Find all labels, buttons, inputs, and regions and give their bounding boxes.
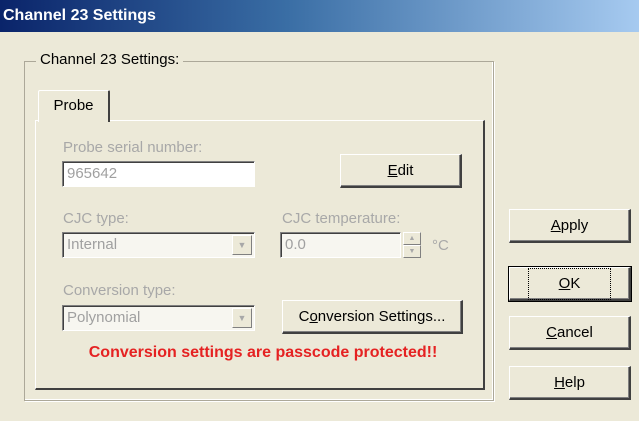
cjc-temperature-spinner[interactable]: ▲ ▼ [403, 232, 421, 258]
window-title-bar[interactable]: Channel 23 Settings [0, 0, 639, 32]
chevron-down-icon[interactable]: ▼ [232, 308, 252, 328]
edit-button[interactable]: Edit [340, 154, 462, 188]
probe-serial-field[interactable]: 965642 [62, 161, 255, 187]
conversion-settings-text-pre: C [298, 308, 310, 325]
conversion-type-select[interactable]: Polynomial ▼ [62, 305, 255, 331]
cancel-text-post: ancel [556, 324, 593, 341]
chevron-down-icon[interactable]: ▼ [232, 235, 252, 255]
help-accel: H [554, 374, 565, 391]
conversion-type-value: Polynomial [67, 309, 141, 326]
window-title: Channel 23 Settings [3, 7, 156, 24]
cjc-temperature-label: CJC temperature: [282, 210, 401, 227]
tab-probe[interactable]: Probe [38, 90, 110, 122]
ok-text-post: K [570, 275, 581, 292]
ok-focus-rect: OK [527, 268, 612, 300]
probe-serial-label: Probe serial number: [63, 139, 203, 156]
probe-serial-value: 965642 [67, 165, 118, 182]
passcode-warning: Conversion settings are passcode protect… [88, 344, 438, 361]
apply-button[interactable]: Apply [509, 209, 631, 243]
spin-up-icon[interactable]: ▲ [403, 232, 421, 245]
conversion-settings-text-post: nversion Settings... [317, 308, 446, 325]
cancel-button[interactable]: Cancel [509, 316, 631, 350]
conversion-settings-accel: o [309, 308, 318, 325]
cjc-temperature-field[interactable]: 0.0 [280, 232, 401, 258]
spin-down-icon[interactable]: ▼ [403, 245, 421, 258]
cjc-type-label: CJC type: [63, 210, 129, 227]
apply-accel: A [550, 217, 561, 234]
help-button[interactable]: Help [509, 366, 631, 400]
cjc-type-select[interactable]: Internal ▼ [62, 232, 255, 258]
edit-button-accel: E [387, 162, 398, 179]
ok-button[interactable]: OK [508, 266, 632, 302]
cjc-temperature-unit: °C [432, 237, 449, 254]
conversion-settings-button[interactable]: Conversion Settings... [282, 300, 463, 334]
ok-accel: O [558, 275, 571, 292]
conversion-type-label: Conversion type: [63, 282, 176, 299]
apply-text-post: pply [560, 217, 589, 234]
tab-probe-label: Probe [53, 97, 94, 114]
group-label: Channel 23 Settings: [36, 50, 184, 70]
cjc-temperature-value: 0.0 [285, 236, 306, 253]
cancel-accel: C [546, 324, 557, 341]
help-text-post: elp [564, 374, 585, 391]
edit-button-text-post: dit [397, 162, 414, 179]
cjc-type-value: Internal [67, 236, 118, 253]
